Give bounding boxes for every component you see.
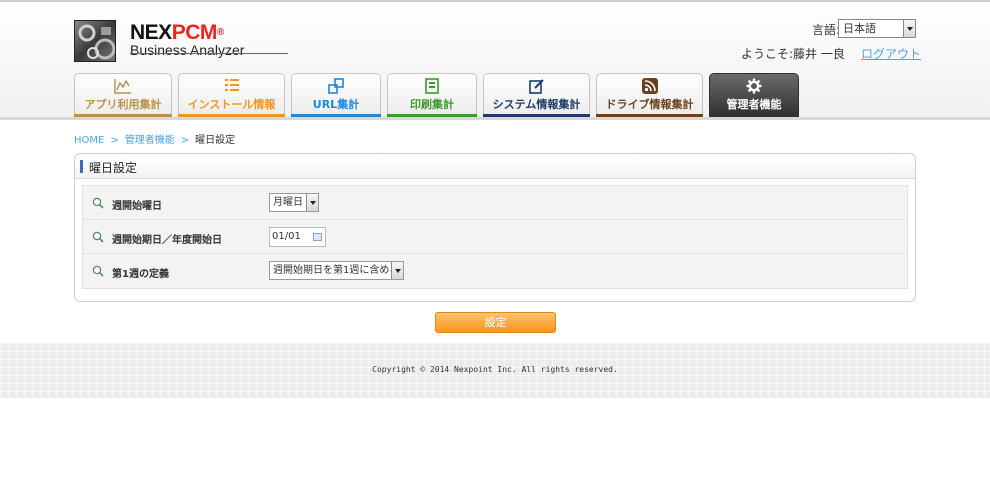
logo-icon [74,20,116,62]
footer: Copyright © 2014 Nexpoint Inc. All right… [0,343,990,398]
language-label: 言語: [812,23,841,37]
breadcrumb: HOME > 管理者機能 > 曜日設定 [74,131,235,146]
row-label: 第1週の定義 [112,269,169,280]
chevron-down-icon [306,194,318,211]
form-row-first-week: 第1週の定義 週開始期日を第1週に含める [83,254,907,288]
tab-url[interactable]: URL集計 [291,73,381,118]
search-icon [92,197,104,209]
welcome-text: ようこそ:藤井 一良 [741,47,845,61]
language-select[interactable]: 日本語 [838,19,916,38]
tab-print[interactable]: 印刷集計 [387,73,477,118]
chevron-down-icon [391,262,403,279]
edit-icon [484,78,589,94]
logout-link[interactable]: ログアウト [861,45,921,62]
row-label: 週開始期日／年度開始日 [112,235,222,246]
rss-icon [597,78,702,94]
tab-admin[interactable]: 管理者機能 [709,73,799,118]
chevron-down-icon [903,20,915,37]
bar-chart-icon [75,78,171,94]
header: NEXPCM® Business Analyzer 言語: 日本語 ようこそ:藤… [0,2,990,119]
first-week-select[interactable]: 週開始期日を第1週に含める [269,261,404,280]
chevron-right-icon: > [110,135,119,146]
panel-header: 曜日設定 [75,154,915,179]
submit-button[interactable]: 設定 [435,312,556,333]
search-icon [92,265,104,277]
list-icon [179,78,284,94]
settings-panel: 曜日設定 週開始曜日 月曜日 週開始期日／年度開始日 01/01 第1週の定義 … [74,153,916,302]
title-marker [80,160,83,173]
tab-system-info[interactable]: システム情報集計 [483,73,590,118]
logo: NEXPCM® Business Analyzer [130,21,245,58]
form-row-week-start: 週開始曜日 月曜日 [83,186,907,220]
settings-form: 週開始曜日 月曜日 週開始期日／年度開始日 01/01 第1週の定義 週開始期日… [82,185,908,289]
header-divider [0,117,990,120]
panel-title: 曜日設定 [89,161,138,175]
logo-subtitle: Business Analyzer [130,42,245,58]
tab-drive-info[interactable]: ドライブ情報集計 [596,73,703,118]
breadcrumb-admin[interactable]: 管理者機能 [125,135,175,146]
gear-icon [710,78,798,94]
breadcrumb-current: 曜日設定 [195,135,236,146]
form-row-period-start: 週開始期日／年度開始日 01/01 [83,220,907,254]
search-icon [92,231,104,243]
week-start-select[interactable]: 月曜日 [269,193,319,212]
copyright-text: Copyright © 2014 Nexpoint Inc. All right… [372,365,618,374]
period-start-date-input[interactable]: 01/01 [269,227,326,247]
chevron-right-icon: > [180,135,190,146]
calendar-icon[interactable] [313,233,322,241]
logo-underline [130,53,288,54]
tab-app-usage[interactable]: アプリ利用集計 [74,73,172,118]
link-icon [292,78,380,94]
breadcrumb-home[interactable]: HOME [74,135,104,146]
document-icon [388,78,476,94]
tab-install-info[interactable]: インストール情報 [178,73,285,118]
row-label: 週開始曜日 [112,201,162,212]
